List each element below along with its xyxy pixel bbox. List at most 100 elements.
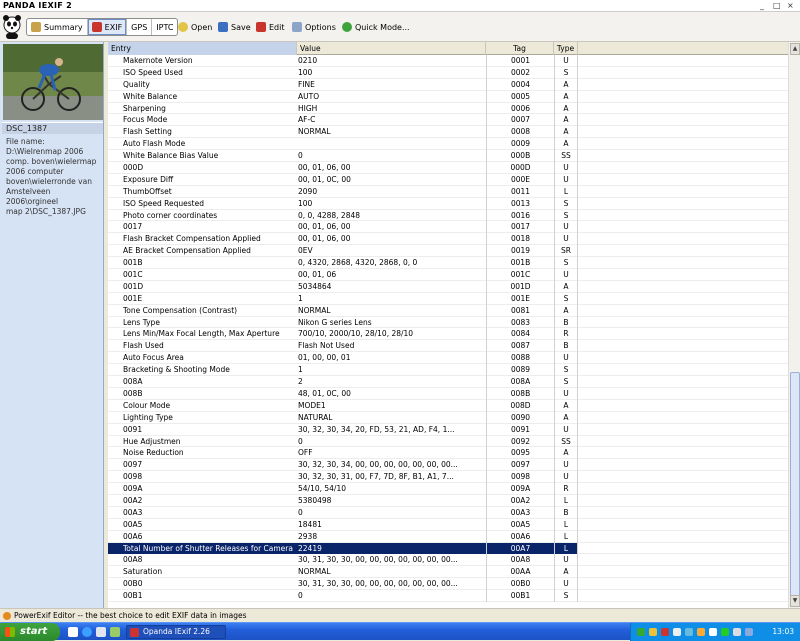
table-row[interactable]: 009A 54/10, 54/10 009A R xyxy=(108,483,788,495)
table-row[interactable]: Makernote Version 0210 0001 U xyxy=(108,55,788,67)
cell-entry: Makernote Version xyxy=(123,56,193,65)
table-row[interactable]: 00B1 0 00B1 S xyxy=(108,590,788,602)
quick-mode-button[interactable]: Quick Mode... xyxy=(342,20,410,34)
table-row[interactable]: 00A3 0 00A3 B xyxy=(108,506,788,519)
quicklaunch-explorer-icon[interactable] xyxy=(68,627,78,637)
table-row[interactable]: Saturation NORMAL 00AA A xyxy=(108,566,788,579)
tray-messenger-icon[interactable] xyxy=(685,628,693,636)
table-row[interactable]: 001E 1 001E S xyxy=(108,292,788,305)
tray-usb-icon[interactable] xyxy=(733,628,741,636)
tray-shield-icon[interactable] xyxy=(649,628,657,636)
maximize-button[interactable]: □ xyxy=(773,1,781,10)
table-row[interactable]: Hue Adjustmen 0 0092 SS xyxy=(108,435,788,448)
tab-iptc[interactable]: IPTC xyxy=(152,19,177,35)
table-row[interactable]: Lens Min/Max Focal Length, Max Aperture 7… xyxy=(108,328,788,341)
table-row[interactable]: Flash Used Flash Not Used 0087 B xyxy=(108,340,788,353)
cell-tag: 00B0 xyxy=(486,578,554,591)
edit-button[interactable]: Edit xyxy=(256,20,285,34)
tab-exif[interactable]: EXIF xyxy=(87,19,128,35)
table-row[interactable]: Sharpening HIGH 0006 A xyxy=(108,102,788,115)
table-row[interactable]: AE Bracket Compensation Applied 0EV 0019 SR xyxy=(108,245,788,258)
scroll-thumb[interactable] xyxy=(790,372,800,597)
tray-display-icon[interactable] xyxy=(709,628,717,636)
table-row[interactable]: 001C 00, 01, 06 001C U xyxy=(108,269,788,281)
cell-tag: 001B xyxy=(486,257,554,270)
tray-update-icon[interactable] xyxy=(697,628,705,636)
table-row[interactable]: Quality FINE 0004 A xyxy=(108,78,788,91)
table-row[interactable]: Exposure Diff 00, 01, 0C, 00 000E U xyxy=(108,173,788,186)
options-button[interactable]: Options xyxy=(292,20,336,34)
table-row[interactable]: 0017 00, 01, 06, 00 0017 U xyxy=(108,221,788,234)
table-row[interactable]: Lighting Type NATURAL 0090 A xyxy=(108,411,788,424)
table-row[interactable]: Tone Compensation (Contrast) NORMAL 0081 A xyxy=(108,304,788,317)
open-button[interactable]: Open xyxy=(178,20,212,34)
close-button[interactable]: × xyxy=(787,1,794,10)
table-body: Makernote Version 0210 0001 U ISO Speed Used… xyxy=(108,55,788,602)
table-row[interactable]: ThumbOffset 2090 0011 L xyxy=(108,185,788,198)
column-header-value[interactable]: Value xyxy=(297,42,486,55)
table-row[interactable]: 000D 00, 01, 06, 00 000D U xyxy=(108,162,788,174)
tab-summary[interactable]: Summary xyxy=(27,19,88,35)
minimize-button[interactable]: _ xyxy=(760,1,764,10)
column-header-tag[interactable]: Tag xyxy=(486,42,554,55)
cell-entry: 001D xyxy=(123,281,144,291)
photo-thumbnail[interactable] xyxy=(3,44,103,120)
table-row[interactable]: Flash Setting NORMAL 0008 A xyxy=(108,126,788,139)
cell-entry: 000D xyxy=(123,163,144,173)
table-row[interactable]: 001D 5034864 001D A xyxy=(108,280,788,293)
scroll-down-icon[interactable]: ▼ xyxy=(790,595,800,607)
cell-tag: 0001 xyxy=(486,55,554,67)
tab-gps[interactable]: GPS xyxy=(127,19,153,35)
table-row[interactable]: 008B 48, 01, 0C, 00 008B U xyxy=(108,387,788,400)
cell-value: 700/10, 2000/10, 28/10, 28/10 xyxy=(298,329,414,339)
column-header-type[interactable]: Type xyxy=(554,42,578,55)
table-row[interactable]: 001B 0, 4320, 2868, 4320, 2868, 0, 0 001B S xyxy=(108,257,788,270)
toolbar: Summary EXIF GPS IPTC Open Save Edit Opt… xyxy=(0,12,800,42)
save-button[interactable]: Save xyxy=(218,20,251,34)
table-row[interactable]: 00A6 2938 00A6 L xyxy=(108,530,788,543)
tray-antivirus-icon[interactable] xyxy=(661,628,669,636)
scroll-up-icon[interactable]: ▲ xyxy=(790,43,800,55)
taskbar: start Opanda IExif 2.26 13:03 xyxy=(0,622,800,641)
table-row[interactable]: 00A8 30, 31, 30, 30, 00, 00, 00, 00, 00, … xyxy=(108,554,788,567)
tray-network-icon[interactable] xyxy=(637,628,645,636)
table-row[interactable]: 008A 2 008A S xyxy=(108,376,788,388)
table-row[interactable]: 00B0 30, 31, 30, 30, 00, 00, 00, 00, 00, … xyxy=(108,578,788,591)
table-row[interactable]: 00A2 5380498 00A2 L xyxy=(108,494,788,507)
table-row[interactable]: ISO Speed Requested 100 0013 S xyxy=(108,197,788,210)
table-row[interactable]: ISO Speed Used 100 0002 S xyxy=(108,66,788,79)
table-row[interactable]: 0097 30, 32, 30, 34, 00, 00, 00, 00, 00, … xyxy=(108,459,788,472)
task-opanda-iexif[interactable]: Opanda IExif 2.26 xyxy=(126,625,226,639)
table-row[interactable]: Flash Bracket Compensation Applied 00, 01… xyxy=(108,233,788,246)
table-row[interactable]: 00A5 18481 00A5 L xyxy=(108,518,788,531)
tray-app-icon[interactable] xyxy=(721,628,729,636)
status-bar: PowerExif Editor -- the best choice to e… xyxy=(0,608,800,622)
table-row[interactable]: Auto Flash Mode 0009 A xyxy=(108,138,788,151)
tray-bluetooth-icon[interactable] xyxy=(745,628,753,636)
column-header-entry[interactable]: Entry xyxy=(108,42,297,55)
table-row[interactable]: White Balance Bias Value 0 000B SS xyxy=(108,150,788,163)
table-row[interactable]: Bracketing & Shooting Mode 1 0089 S xyxy=(108,364,788,377)
vertical-scrollbar[interactable]: ▲ ▼ xyxy=(788,42,800,608)
cell-entry: Hue Adjustmen xyxy=(123,436,181,446)
start-button[interactable]: start xyxy=(0,623,60,641)
cell-type: S xyxy=(554,209,578,222)
tray-volume-icon[interactable] xyxy=(673,628,681,636)
table-row[interactable]: Auto Focus Area 01, 00, 00, 01 0088 U xyxy=(108,352,788,365)
cell-value: 22419 xyxy=(297,542,486,555)
cell-type: L xyxy=(554,494,578,507)
quicklaunch-ie-icon[interactable] xyxy=(82,627,92,637)
table-row[interactable]: Photo corner coordinates 0, 0, 4288, 2848… xyxy=(108,209,788,222)
table-row[interactable]: 0098 30, 32, 30, 31, 00, F7, 7D, 8F, B1, … xyxy=(108,471,788,484)
table-row[interactable]: Colour Mode MODE1 008D A xyxy=(108,399,788,412)
quicklaunch-app-icon[interactable] xyxy=(110,627,120,637)
table-row[interactable]: Total Number of Shutter Releases for Cam… xyxy=(108,542,788,555)
quicklaunch-desktop-icon[interactable] xyxy=(96,627,106,637)
cell-tag: 008A xyxy=(486,376,554,388)
table-row[interactable]: White Balance AUTO 0005 A xyxy=(108,90,788,103)
table-row[interactable]: Noise Reduction OFF 0095 A xyxy=(108,447,788,460)
table-row[interactable]: Lens Type Nikon G series Lens 0083 B xyxy=(108,316,788,329)
cell-value: 54/10, 54/10 xyxy=(298,484,346,494)
table-row[interactable]: Focus Mode AF-C 0007 A xyxy=(108,114,788,127)
table-row[interactable]: 0091 30, 32, 30, 34, 20, FD, 53, 21, AD, … xyxy=(108,423,788,436)
